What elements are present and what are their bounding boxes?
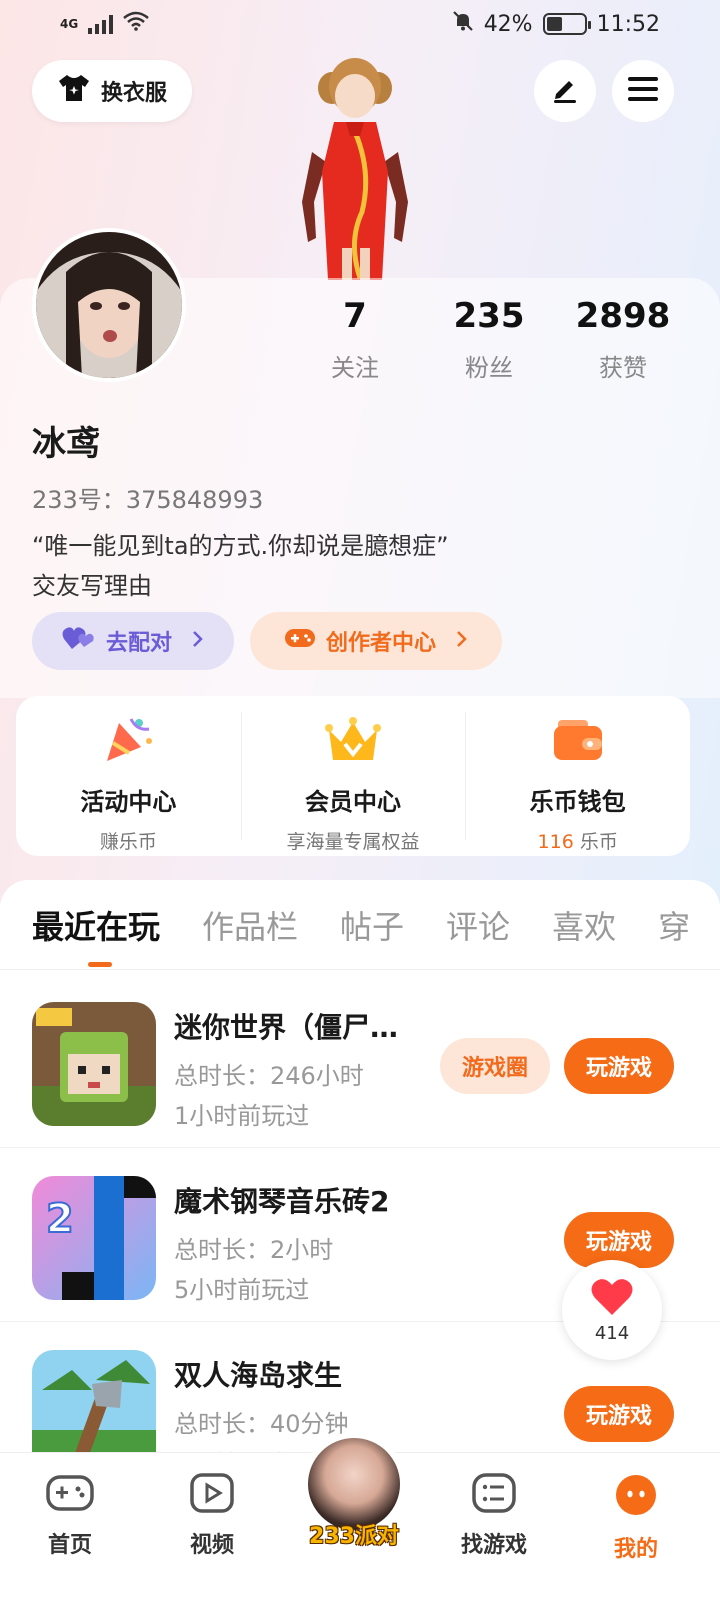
list-item[interactable]: 迷你世界（僵尸… 总时长：246小时 1小时前玩过 游戏圈 玩游戏 — [0, 976, 720, 1148]
network-type: 4G — [60, 17, 79, 31]
creator-center-button[interactable]: 创作者中心 — [250, 612, 502, 670]
tab-list: 最近在玩 作品栏 帖子 评论 喜欢 穿 — [32, 902, 690, 948]
mini-world-game-icon[interactable] — [32, 1002, 156, 1126]
match-button[interactable]: 去配对 — [32, 612, 234, 670]
quick-entry-card: 活动中心 赚乐币 会员中心 享海量专属权益 乐币钱包 116 乐币 — [16, 696, 690, 856]
creator-center-label: 创作者中心 — [325, 631, 436, 656]
tshirt-icon — [57, 73, 91, 109]
user-id[interactable]: 233号：375848993 — [32, 480, 263, 515]
member-center-entry[interactable]: 会员中心 享海量专属权益 — [240, 696, 466, 856]
play-game-button[interactable]: 玩游戏 — [564, 1386, 674, 1442]
magic-piano-game-icon[interactable]: 2 — [32, 1176, 156, 1300]
member-center-title: 会员中心 — [305, 788, 401, 816]
battery-percent: 42% — [483, 11, 533, 37]
nav-video[interactable]: 视频 — [162, 1473, 262, 1559]
like-count: 414 — [594, 1322, 630, 1344]
party-avatar — [308, 1438, 400, 1530]
mute-bell-icon — [452, 10, 474, 38]
game-last-played: 5小时前玩过 — [174, 1276, 310, 1304]
game-name: 双人海岛求生 — [174, 1359, 343, 1392]
gamepad-icon — [284, 626, 316, 656]
coin-unit: 乐币 — [573, 831, 618, 853]
chevron-right-icon — [192, 629, 204, 654]
party-icon — [16, 712, 241, 768]
content-tabs: 最近在玩 作品栏 帖子 评论 喜欢 穿 — [0, 880, 720, 970]
coin-balance: 116 — [537, 831, 574, 853]
nav-home-label: 首页 — [47, 1533, 92, 1558]
profile-stats: 7 关注 235 粉丝 2898 获赞 — [288, 296, 690, 383]
edit-profile-button[interactable] — [534, 60, 596, 122]
wifi-icon — [123, 11, 150, 37]
activity-center-entry[interactable]: 活动中心 赚乐币 — [16, 696, 241, 856]
coin-wallet-sub: 116 乐币 — [465, 827, 690, 854]
tab-posts[interactable]: 帖子 — [340, 902, 404, 948]
clock: 11:52 — [596, 11, 660, 37]
following-count: 7 — [343, 296, 367, 336]
active-tab-indicator — [88, 962, 112, 967]
status-right: 42% 11:52 — [452, 10, 660, 38]
tab-outfits[interactable]: 穿 — [658, 902, 690, 948]
tab-comments[interactable]: 评论 — [446, 902, 510, 948]
stat-likes[interactable]: 2898 获赞 — [556, 296, 690, 383]
fans-label: 粉丝 — [465, 354, 513, 382]
play-game-button[interactable]: 玩游戏 — [564, 1038, 674, 1094]
likes-label: 获赞 — [599, 354, 647, 382]
pen-icon — [550, 74, 580, 108]
crown-icon — [241, 712, 466, 768]
change-outfit-label: 换衣服 — [100, 81, 167, 106]
menu-button[interactable] — [612, 60, 674, 122]
change-outfit-button[interactable]: 换衣服 — [32, 60, 192, 122]
list-search-icon — [472, 1473, 516, 1519]
game-name: 魔术钢琴音乐砖2 — [174, 1185, 390, 1218]
status-left: 4G — [60, 11, 150, 37]
svg-text:2: 2 — [46, 1196, 74, 1242]
coin-wallet-entry[interactable]: 乐币钱包 116 乐币 — [465, 696, 690, 856]
gamepad-nav-icon — [45, 1475, 95, 1519]
nav-video-label: 视频 — [189, 1533, 234, 1558]
bio-line-2: 交友写理由 — [32, 572, 152, 600]
nav-home[interactable]: 首页 — [20, 1473, 120, 1559]
party-center-label[interactable]: 233派对 — [304, 1518, 404, 1550]
member-center-sub: 享海量专属权益 — [286, 831, 420, 853]
stat-fans[interactable]: 235 粉丝 — [422, 296, 556, 383]
tab-recently-played[interactable]: 最近在玩 — [32, 902, 160, 948]
likes-count: 2898 — [575, 296, 671, 336]
game-duration: 总时长：40分钟 — [174, 1410, 349, 1438]
user-bio: “唯一能见到ta的方式.你却说是臆想症” 交友写理由 — [32, 526, 449, 606]
chevron-right-icon — [456, 629, 468, 654]
video-play-icon — [190, 1473, 234, 1519]
game-name: 迷你世界（僵尸… — [174, 1011, 399, 1044]
activity-center-sub: 赚乐币 — [99, 831, 157, 853]
fans-count: 235 — [453, 296, 525, 336]
status-bar: 4G 42% 11:52 — [0, 0, 720, 48]
tab-likes[interactable]: 喜欢 — [552, 902, 616, 948]
smiley-face-icon — [614, 1475, 658, 1523]
coin-wallet-title: 乐币钱包 — [529, 788, 626, 816]
tab-works[interactable]: 作品栏 — [202, 902, 298, 948]
wallet-icon — [465, 712, 690, 768]
game-duration: 总时长：2小时 — [174, 1236, 334, 1264]
battery-icon — [542, 13, 591, 35]
activity-center-title: 活动中心 — [80, 788, 177, 816]
menu-icon — [628, 76, 658, 106]
following-label: 关注 — [331, 354, 379, 382]
stat-following[interactable]: 7 关注 — [288, 296, 422, 383]
nav-mine[interactable]: 我的 — [586, 1473, 686, 1563]
avatar-character[interactable] — [282, 52, 428, 280]
nav-find-game-label: 找游戏 — [460, 1533, 527, 1558]
nav-mine-label: 我的 — [613, 1537, 658, 1562]
bio-line-1: “唯一能见到ta的方式.你却说是臆想症” — [32, 532, 449, 560]
match-label: 去配对 — [105, 631, 172, 656]
game-circle-button[interactable]: 游戏圈 — [440, 1038, 550, 1094]
floating-like-button[interactable]: 414 — [562, 1260, 662, 1360]
signal-icon — [88, 14, 114, 34]
hearts-icon — [62, 625, 96, 657]
user-nickname: 冰鸢 — [32, 424, 100, 464]
game-duration: 总时长：246小时 — [174, 1062, 364, 1090]
heart-icon — [590, 1277, 634, 1321]
game-last-played: 1小时前玩过 — [174, 1102, 310, 1130]
nav-find-game[interactable]: 找游戏 — [444, 1473, 544, 1559]
user-avatar[interactable] — [32, 228, 186, 382]
